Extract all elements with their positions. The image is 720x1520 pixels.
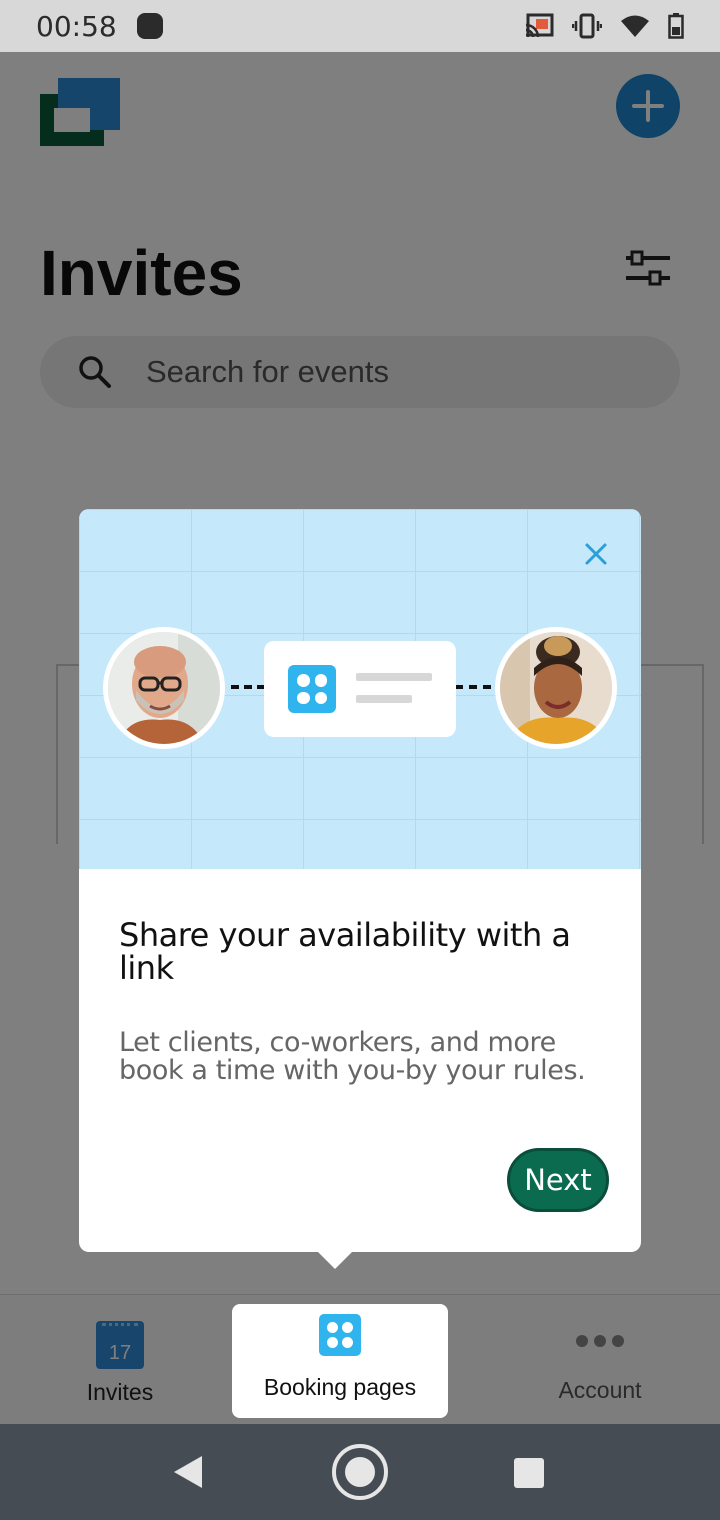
booking-card-illustration bbox=[264, 641, 456, 737]
system-nav-bar bbox=[0, 1424, 720, 1520]
onboarding-dialog: Share your availability with a link Let … bbox=[79, 509, 641, 1269]
avatar-man bbox=[103, 627, 225, 749]
notification-icon bbox=[136, 13, 163, 39]
home-icon[interactable] bbox=[332, 1444, 388, 1500]
recent-apps-icon[interactable] bbox=[514, 1458, 544, 1488]
text-line bbox=[356, 673, 432, 681]
status-icons bbox=[524, 13, 684, 39]
hero-illustration bbox=[79, 509, 641, 869]
status-bar: 00:58 bbox=[0, 0, 720, 52]
dialog-title: Share your availability with a link bbox=[119, 916, 571, 987]
vibrate-icon bbox=[572, 13, 602, 39]
dialog-body: Let clients, co-workers, and more book a… bbox=[119, 1027, 586, 1086]
grid-icon bbox=[288, 665, 336, 713]
connector-line bbox=[455, 685, 491, 689]
avatar-woman bbox=[495, 627, 617, 749]
connector-line bbox=[231, 685, 265, 689]
battery-icon bbox=[668, 13, 684, 39]
nav-label-booking-pages: Booking pages bbox=[263, 1374, 417, 1400]
tooltip-pointer bbox=[315, 1249, 355, 1269]
nav-tab-booking-pages[interactable]: Booking pages bbox=[232, 1304, 448, 1418]
back-icon[interactable] bbox=[174, 1456, 202, 1488]
text-line bbox=[356, 695, 412, 703]
status-time: 00:58 bbox=[36, 9, 117, 43]
close-icon[interactable] bbox=[581, 539, 611, 569]
wifi-icon bbox=[621, 15, 649, 37]
cast-icon bbox=[525, 13, 554, 38]
grid-icon bbox=[319, 1314, 361, 1356]
next-button[interactable]: Next bbox=[507, 1148, 609, 1212]
